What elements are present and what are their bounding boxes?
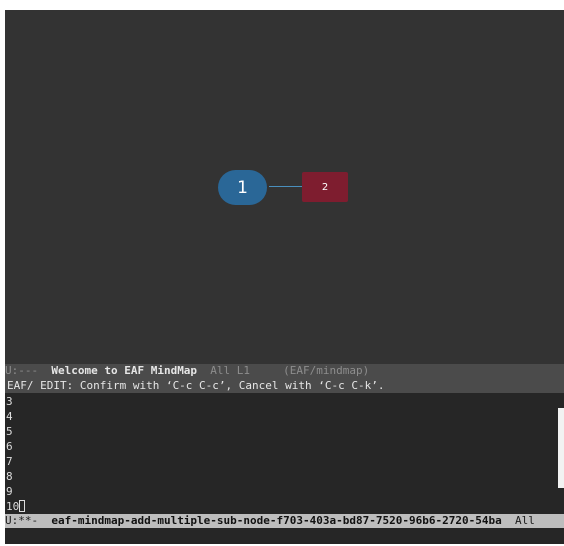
edit-header-line: EAF/ EDIT: Confirm with ‘C-c C-c’, Cance… (5, 378, 564, 393)
modeline-position: All L1 (197, 364, 284, 377)
mindmap-edge (269, 186, 305, 187)
edit-line: 5 (6, 425, 13, 438)
modeline-status: U:**- (5, 514, 52, 527)
minibuffer[interactable] (5, 528, 564, 544)
modeline-buffer-name: eaf-mindmap-add-multiple-sub-node-f703-4… (51, 514, 502, 527)
edit-buffer[interactable]: 3 4 5 6 7 8 9 10 (5, 394, 557, 514)
edit-line: 3 (6, 395, 13, 408)
edit-line: 8 (6, 470, 13, 483)
modeline-mode: (EAF/mindmap) (283, 364, 370, 377)
text-cursor (19, 500, 26, 512)
modeline-status: U:--- (5, 364, 52, 377)
edit-line-text: 10 (6, 500, 20, 513)
scrollbar-thumb[interactable] (558, 408, 564, 488)
mindmap-child-node[interactable]: 2 (302, 172, 348, 202)
mindmap-root-node[interactable]: 1 (218, 170, 267, 205)
mindmap-canvas[interactable]: 1 2 (5, 10, 564, 364)
modeline-position: All (501, 514, 535, 527)
edit-line: 7 (6, 455, 13, 468)
modeline-buffer-name: Welcome to EAF MindMap (51, 364, 198, 377)
edit-line: 6 (6, 440, 13, 453)
edit-line: 9 (6, 485, 13, 498)
edit-line-current: 10 (5, 499, 557, 514)
mindmap-modeline[interactable]: U:--- Welcome to EAF MindMap All L1 (EAF… (5, 364, 564, 378)
edit-line: 4 (6, 410, 13, 423)
edit-modeline[interactable]: U:**- eaf-mindmap-add-multiple-sub-node-… (5, 514, 564, 528)
edit-scrollbar[interactable] (557, 394, 564, 514)
emacs-frame: 1 2 U:--- Welcome to EAF MindMap All L1 … (5, 10, 564, 544)
